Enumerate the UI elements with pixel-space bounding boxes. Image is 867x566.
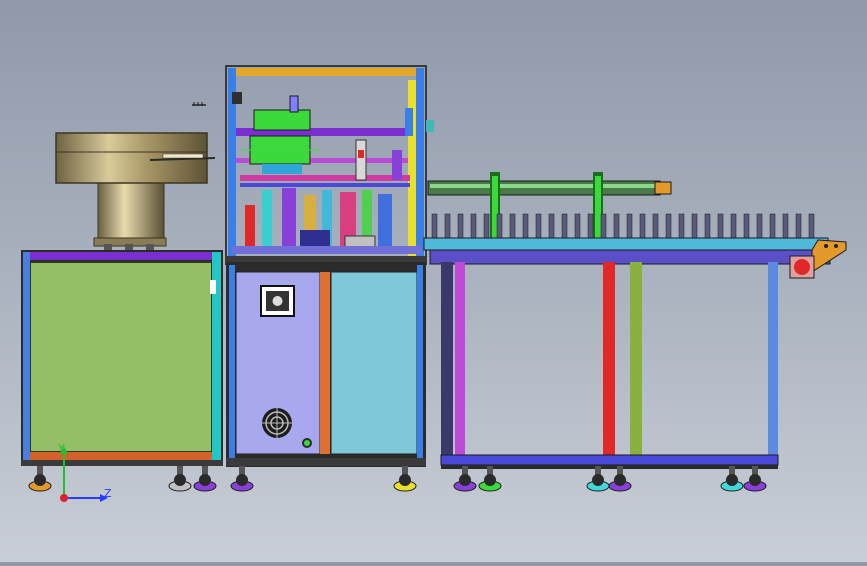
bottle	[444, 213, 451, 239]
vibratory-bowl-feeder	[55, 132, 216, 250]
bottle	[808, 213, 815, 239]
bottle	[522, 213, 529, 239]
caster-wheel-icon	[586, 466, 610, 492]
bottle	[535, 213, 542, 239]
bottle	[613, 213, 620, 239]
bottle	[782, 213, 789, 239]
bottle	[561, 213, 568, 239]
bottle	[483, 213, 490, 239]
machine-model: Z Y	[21, 65, 847, 502]
bottle	[678, 213, 685, 239]
axis-label-y: Y	[57, 442, 65, 455]
cad-viewport[interactable]: Z Y	[0, 0, 867, 562]
caster-wheel-icon	[453, 466, 477, 492]
bottle	[548, 213, 555, 239]
ruler-mark	[192, 102, 206, 106]
caster-wheel-icon	[193, 466, 217, 492]
bottle	[626, 213, 633, 239]
bottle	[639, 213, 646, 239]
bottle	[457, 213, 464, 239]
bottle	[509, 213, 516, 239]
bottle	[730, 213, 737, 239]
bottle	[769, 213, 776, 239]
control-cabinet	[226, 262, 426, 467]
bottle	[795, 213, 802, 239]
axis-label-z: Z	[104, 487, 112, 500]
feeder-cabinet	[21, 250, 223, 466]
bottle	[756, 213, 763, 239]
product-row	[431, 213, 815, 239]
caster-wheel-icon	[28, 466, 52, 492]
bottle	[652, 213, 659, 239]
caster-wheel-icon	[393, 466, 417, 492]
fan-grille-icon	[262, 408, 292, 438]
bottle	[600, 213, 607, 239]
bottle	[587, 213, 594, 239]
caster-wheel-icon	[230, 466, 254, 492]
bottle	[470, 213, 477, 239]
bottle	[704, 213, 711, 239]
indicator-lamp	[302, 438, 312, 448]
caster-wheel-icon	[478, 466, 502, 492]
bottle	[743, 213, 750, 239]
caster-wheel-icon	[168, 466, 192, 492]
bottle	[717, 213, 724, 239]
bottle	[431, 213, 438, 239]
central-station-frame	[225, 65, 434, 265]
caster-wheel-icon	[720, 466, 744, 492]
bottle	[496, 213, 503, 239]
caster-wheel-icon	[743, 466, 767, 492]
caster-group	[28, 466, 767, 492]
bottle	[665, 213, 672, 239]
bottle	[574, 213, 581, 239]
control-switch-icon[interactable]	[260, 285, 295, 317]
caster-wheel-icon	[608, 466, 632, 492]
bottle	[691, 213, 698, 239]
conveyor-assembly	[423, 172, 847, 469]
